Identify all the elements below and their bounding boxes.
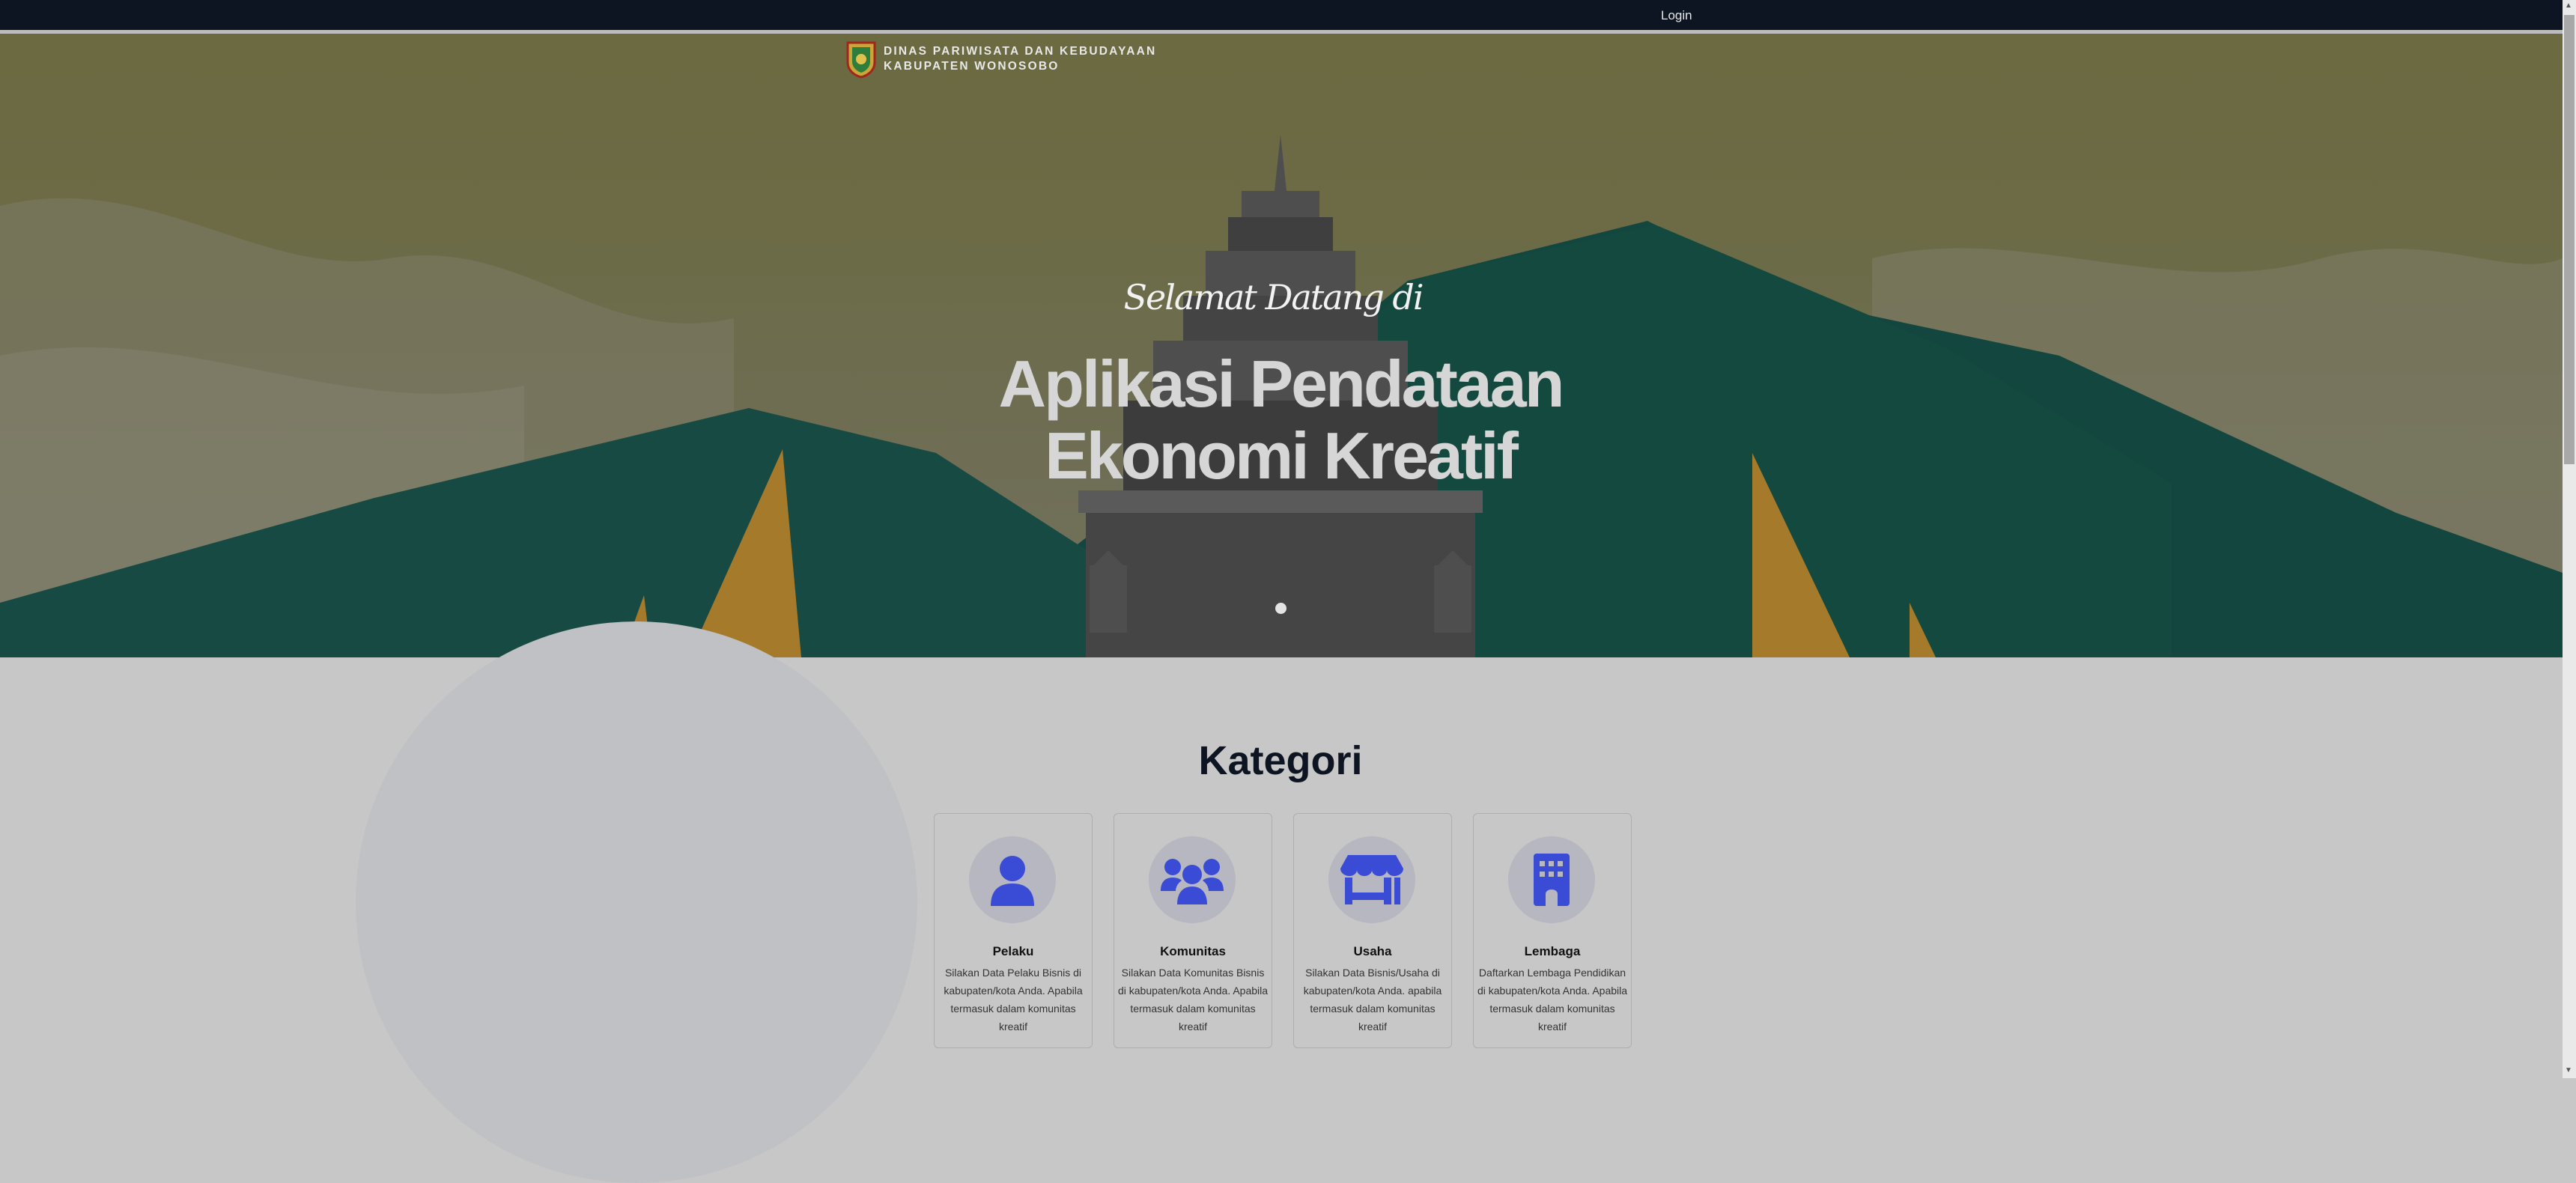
hero-banner: DINAS PARIWISATA DAN KEBUDAYAAN KABUPATE… <box>0 34 2563 657</box>
decorative-circle <box>356 621 917 1183</box>
card-description: Silakan Data Komunitas Bisnis di kabupat… <box>1117 967 1269 1033</box>
section-title: Kategori <box>1198 738 1363 783</box>
hero-welcome-text: Selamat Datang di <box>1123 277 1424 317</box>
category-card-usaha[interactable]: Usaha Silakan Data Bisnis/Usaha di kabup… <box>1293 813 1452 1048</box>
icon-circle <box>1328 836 1415 923</box>
icon-circle <box>1149 836 1236 923</box>
brand-line-1: DINAS PARIWISATA DAN KEBUDAYAAN <box>884 45 1157 58</box>
store-icon <box>1340 855 1403 904</box>
brand[interactable]: DINAS PARIWISATA DAN KEBUDAYAAN KABUPATE… <box>845 40 1156 79</box>
hero-background-illustration <box>0 135 2563 657</box>
icon-circle <box>969 836 1056 923</box>
card-description: Silakan Data Pelaku Bisnis di kabupaten/… <box>944 967 1083 1033</box>
card-title: Pelaku <box>992 944 1034 958</box>
category-card-komunitas[interactable]: Komunitas Silakan Data Komunitas Bisnis … <box>1114 813 1272 1048</box>
card-title: Usaha <box>1353 944 1392 958</box>
page-scrollbar[interactable]: ▲ ▼ <box>2563 0 2576 1078</box>
building-icon <box>1534 854 1570 906</box>
person-icon <box>991 856 1034 906</box>
wonosobo-emblem-icon <box>846 41 876 79</box>
scroll-down-icon[interactable]: ▼ <box>2565 1066 2572 1074</box>
card-description: Silakan Data Bisnis/Usaha di kabupaten/k… <box>1303 967 1442 1033</box>
brand-line-2: KABUPATEN WONOSOBO <box>884 60 1060 73</box>
brand-text: DINAS PARIWISATA DAN KEBUDAYAAN KABUPATE… <box>884 44 1156 74</box>
category-card-pelaku[interactable]: Pelaku Silakan Data Pelaku Bisnis di kab… <box>934 813 1093 1048</box>
card-title: Komunitas <box>1160 944 1226 958</box>
category-card-lembaga[interactable]: Lembaga Daftarkan Lembaga Pendidikan di … <box>1473 813 1632 1048</box>
login-link[interactable]: Login <box>1661 8 1692 23</box>
scroll-up-icon[interactable]: ▲ <box>2565 1 2572 10</box>
card-title: Lembaga <box>1524 944 1581 958</box>
top-navbar: Login <box>0 0 2563 30</box>
icon-circle <box>1508 836 1595 923</box>
hero-title: Aplikasi Pendataan Ekonomi Kreatif <box>998 347 1565 493</box>
card-description: Daftarkan Lembaga Pendidikan di kabupate… <box>1477 967 1628 1033</box>
carousel-indicator[interactable] <box>1275 603 1287 614</box>
scrollbar-thumb[interactable] <box>2564 15 2575 464</box>
group-icon <box>1161 859 1224 904</box>
